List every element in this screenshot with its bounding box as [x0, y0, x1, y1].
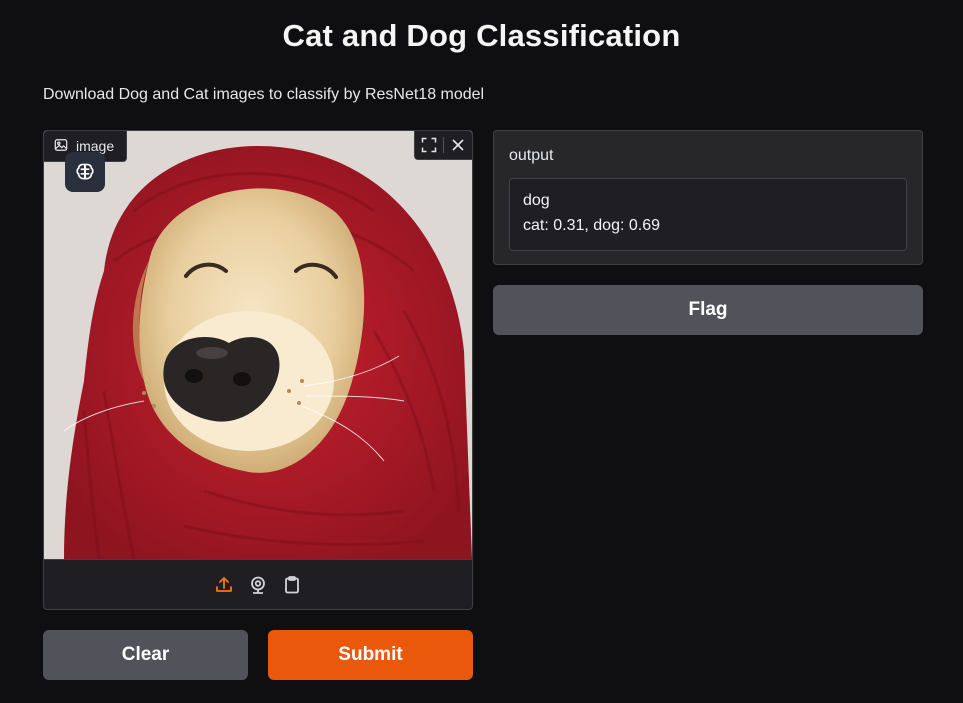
webcam-icon[interactable]	[248, 575, 268, 595]
dog-photo	[44, 131, 472, 559]
fullscreen-icon[interactable]	[415, 131, 443, 159]
upload-icon[interactable]	[214, 575, 234, 595]
image-source-bar	[44, 559, 472, 609]
brain-icon[interactable]	[65, 152, 105, 192]
close-icon[interactable]	[444, 131, 472, 159]
image-icon	[54, 138, 68, 155]
image-input-panel[interactable]: image	[43, 130, 473, 610]
predicted-class: dog	[523, 192, 550, 209]
uploaded-image	[44, 131, 472, 559]
class-probabilities: cat: 0.31, dog: 0.69	[523, 217, 660, 234]
clear-button[interactable]: Clear	[43, 630, 248, 680]
output-panel: output dog cat: 0.31, dog: 0.69	[493, 130, 923, 265]
submit-button[interactable]: Submit	[268, 630, 473, 680]
clipboard-icon[interactable]	[282, 575, 302, 595]
output-label: output	[509, 147, 554, 164]
image-actions	[414, 131, 472, 160]
output-textbox[interactable]: dog cat: 0.31, dog: 0.69	[509, 178, 907, 251]
flag-button[interactable]: Flag	[493, 285, 923, 335]
page-description: Download Dog and Cat images to classify …	[43, 86, 485, 103]
page-title: Cat and Dog Classification	[282, 18, 681, 53]
